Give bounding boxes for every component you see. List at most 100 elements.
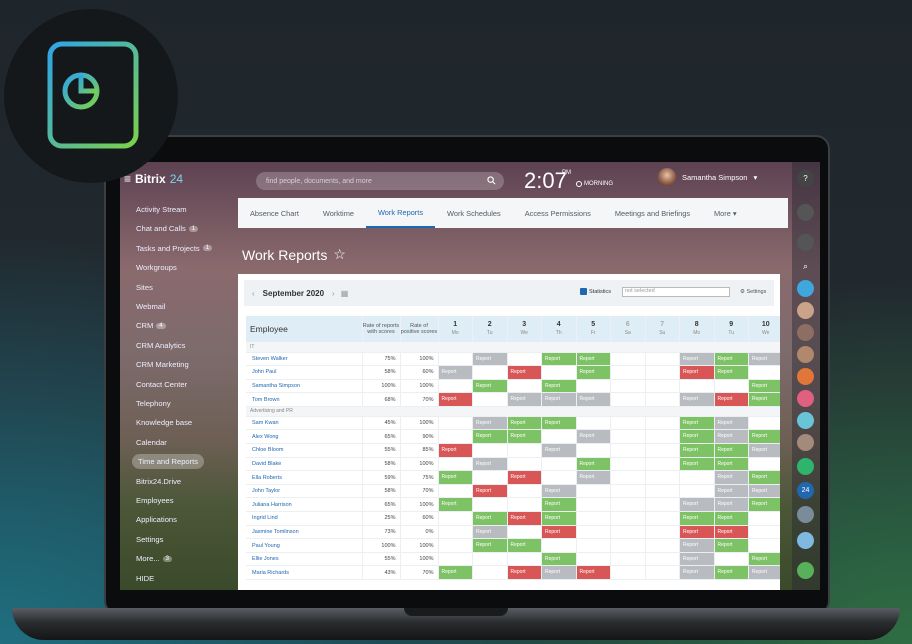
workday-status[interactable]: MORNING <box>576 181 613 187</box>
report-unrated[interactable]: Report <box>576 393 610 406</box>
day-cell[interactable] <box>576 443 611 458</box>
day-cell[interactable] <box>748 416 780 431</box>
user-menu[interactable]: Samantha Simpson ▾ <box>658 168 757 186</box>
day-cell[interactable] <box>507 443 542 458</box>
day-cell[interactable]: Report <box>438 365 473 380</box>
day-cell[interactable] <box>507 525 542 540</box>
day-cell[interactable]: Report <box>576 365 611 380</box>
employee-name[interactable]: Chloe Bloom <box>246 443 363 458</box>
sidebar-item[interactable]: Activity Stream <box>130 202 193 217</box>
day-cell[interactable]: Report <box>541 565 577 580</box>
day-cell[interactable] <box>438 525 473 540</box>
day-cell[interactable] <box>507 352 542 367</box>
day-cell[interactable] <box>438 457 473 472</box>
day-cell[interactable]: Report <box>472 511 508 526</box>
day-cell[interactable]: Report <box>748 565 780 580</box>
report-unrated[interactable]: Report <box>680 566 714 579</box>
day-cell[interactable] <box>472 497 508 513</box>
day-cell[interactable] <box>748 538 780 553</box>
day-cell[interactable]: Report <box>714 352 749 367</box>
sidebar-item[interactable]: Knowledge base <box>130 415 198 430</box>
report-negative[interactable]: Report <box>507 566 541 579</box>
day-cell[interactable]: Report <box>472 525 508 540</box>
employee-name[interactable]: Ellie Jones <box>246 552 363 567</box>
day-cell[interactable]: Report <box>714 457 749 472</box>
tab[interactable]: Access Permissions <box>513 198 603 228</box>
tab[interactable]: Meetings and Briefings <box>603 198 702 228</box>
day-cell[interactable]: Report <box>714 484 749 499</box>
day-cell[interactable] <box>576 525 611 540</box>
day-cell[interactable]: Report <box>507 470 542 485</box>
search-input[interactable]: find people, documents, and more <box>256 172 504 190</box>
settings-gear-icon[interactable] <box>797 234 814 251</box>
employee-name[interactable]: Juliana Harrison <box>246 497 363 513</box>
day-cell[interactable] <box>645 525 680 540</box>
day-cell[interactable] <box>610 443 646 458</box>
day-cell[interactable] <box>541 457 577 472</box>
report-unrated[interactable]: Report <box>542 566 576 579</box>
report-negative[interactable]: Report <box>507 471 541 484</box>
day-cell[interactable] <box>645 443 680 458</box>
day-cell[interactable]: Report <box>748 352 780 367</box>
day-cell[interactable]: Report <box>576 457 611 472</box>
day-cell[interactable]: Report <box>714 511 749 526</box>
day-cell[interactable] <box>472 565 508 580</box>
report-unrated[interactable]: Report <box>680 352 714 366</box>
report-positive[interactable]: Report <box>680 457 714 471</box>
employee-name[interactable]: Jasmine Tomlinson <box>246 525 363 540</box>
day-cell[interactable] <box>610 552 646 567</box>
day-cell[interactable]: Report <box>679 352 715 367</box>
day-cell[interactable] <box>438 538 473 553</box>
day-cell[interactable] <box>541 470 577 485</box>
day-cell[interactable]: Report <box>679 525 715 540</box>
day-cell[interactable]: Report <box>748 379 780 394</box>
day-cell[interactable] <box>472 470 508 485</box>
tab[interactable]: Worktime <box>311 198 366 228</box>
report-unrated[interactable]: Report <box>438 366 472 379</box>
contact-avatar-6[interactable] <box>797 390 814 407</box>
tab[interactable]: More ▾ <box>702 198 749 228</box>
contact-avatar-8[interactable] <box>797 434 814 451</box>
filter-select[interactable]: not selected <box>622 287 730 297</box>
day-cell[interactable] <box>645 470 680 485</box>
day-cell[interactable]: Report <box>541 392 577 407</box>
day-cell[interactable]: Report <box>679 497 715 513</box>
day-cell[interactable] <box>610 365 646 380</box>
day-cell[interactable]: Report <box>714 429 749 445</box>
calendar-icon[interactable]: ▦ <box>341 289 349 298</box>
day-cell[interactable] <box>610 497 646 513</box>
report-negative[interactable]: Report <box>680 366 714 379</box>
next-month-icon[interactable]: › <box>332 289 335 298</box>
day-cell[interactable] <box>645 552 680 567</box>
report-positive[interactable]: Report <box>507 539 541 552</box>
employee-name[interactable]: Alex Wong <box>246 429 363 445</box>
report-unrated[interactable]: Report <box>749 484 780 498</box>
day-cell[interactable] <box>438 352 473 367</box>
day-cell[interactable] <box>610 525 646 540</box>
report-positive[interactable]: Report <box>714 444 748 457</box>
report-unrated[interactable]: Report <box>749 566 780 579</box>
day-cell[interactable] <box>610 470 646 485</box>
day-cell[interactable] <box>610 429 646 445</box>
day-cell[interactable] <box>472 392 508 407</box>
sidebar-item[interactable]: CRM 4 <box>130 318 172 333</box>
day-cell[interactable] <box>610 538 646 553</box>
day-cell[interactable] <box>507 484 542 499</box>
report-positive[interactable]: Report <box>438 471 472 484</box>
sidebar-item[interactable]: Telephony <box>130 396 177 411</box>
day-cell[interactable] <box>610 379 646 394</box>
report-positive[interactable]: Report <box>680 444 714 457</box>
day-cell[interactable] <box>438 416 473 431</box>
brand-logo[interactable]: ≡ Bitrix 24 <box>124 172 183 186</box>
day-cell[interactable] <box>610 416 646 431</box>
day-cell[interactable] <box>541 538 577 553</box>
report-positive[interactable]: Report <box>680 416 714 430</box>
day-cell[interactable]: Report <box>679 443 715 458</box>
sidebar-item[interactable]: CRM Analytics <box>130 338 191 353</box>
day-cell[interactable] <box>438 552 473 567</box>
day-cell[interactable] <box>748 457 780 472</box>
day-cell[interactable]: Report <box>438 392 473 407</box>
day-cell[interactable]: Report <box>576 352 611 367</box>
sidebar-item[interactable]: HIDE <box>130 571 160 586</box>
day-cell[interactable] <box>507 497 542 513</box>
